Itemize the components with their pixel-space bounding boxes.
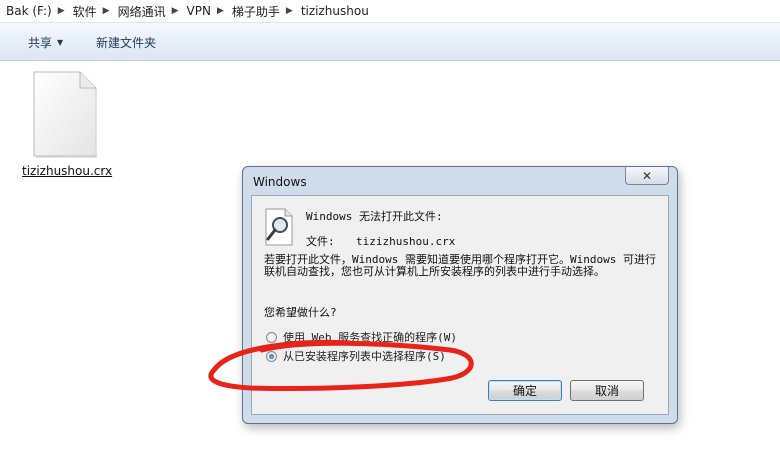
- radio-option-web-service[interactable]: 使用 Web 服务查找正确的程序(W): [266, 329, 457, 345]
- dialog-question: 您希望做什么?: [264, 306, 337, 319]
- chevron-right-icon[interactable]: ▶: [101, 6, 112, 16]
- breadcrumb-label: tizizhushou: [300, 4, 369, 18]
- dialog-description: 若要打开此文件，Windows 需要知道要使用哪个程序打开它。Windows 可…: [264, 253, 656, 278]
- radio-option-installed-programs[interactable]: 从已安装程序列表中选择程序(S): [266, 348, 446, 364]
- command-bar: 共享 ▼ 新建文件夹: [0, 23, 780, 61]
- chevron-right-icon[interactable]: ▶: [170, 6, 181, 16]
- share-label: 共享: [28, 35, 53, 50]
- breadcrumb-label: Bak (F:): [6, 4, 52, 18]
- chevron-right-icon[interactable]: ▶: [56, 6, 67, 16]
- breadcrumb-label: 网络通讯: [117, 4, 166, 19]
- breadcrumb-item-drive[interactable]: Bak (F:) ▶: [0, 0, 67, 22]
- breadcrumb-label: 软件: [72, 4, 97, 19]
- generic-file-icon[interactable]: [30, 70, 100, 160]
- radio-button[interactable]: [266, 331, 277, 343]
- radio-label: 使用 Web 服务查找正确的程序(W): [283, 331, 457, 344]
- file-field-value: tizizhushou.crx: [356, 235, 456, 248]
- radio-label: 从已安装程序列表中选择程序(S): [283, 350, 446, 363]
- new-folder-label: 新建文件夹: [96, 35, 157, 50]
- dialog-heading: Windows 无法打开此文件:: [306, 210, 443, 223]
- chevron-right-icon[interactable]: ▶: [215, 6, 226, 16]
- new-folder-button[interactable]: 新建文件夹: [96, 33, 156, 51]
- breadcrumb-item-current[interactable]: tizizhushou: [295, 0, 373, 22]
- dialog-title: Windows: [253, 175, 307, 189]
- file-line: 文件: tizizhushou.crx: [306, 233, 455, 249]
- dialog-body: Windows 无法打开此文件: 文件: tizizhushou.crx 若要打开…: [251, 195, 669, 415]
- address-bar[interactable]: Bak (F:) ▶ 软件 ▶ 网络通讯 ▶ VPN ▶ 梯子助手 ▶ tizi…: [0, 0, 780, 23]
- close-button[interactable]: ✕: [625, 167, 669, 185]
- breadcrumb-label: 梯子助手: [231, 4, 280, 19]
- close-icon: ✕: [641, 168, 653, 183]
- file-name-label[interactable]: tizizhushou.crx: [20, 164, 112, 178]
- breadcrumb-label: VPN: [186, 4, 211, 18]
- breadcrumb-item-vpn[interactable]: VPN ▶: [181, 0, 226, 22]
- chevron-right-icon[interactable]: ▶: [284, 6, 295, 16]
- file-field-label: 文件:: [306, 235, 335, 248]
- breadcrumb-item-software[interactable]: 软件 ▶: [67, 0, 112, 22]
- cancel-button[interactable]: 取消: [570, 380, 644, 401]
- open-with-dialog: Windows ✕ Windows 无法打开此文件: 文件: tizizhusho…: [242, 166, 678, 424]
- ok-button[interactable]: 确定: [488, 380, 562, 401]
- breadcrumb-item-tizi[interactable]: 梯子助手 ▶: [226, 0, 295, 22]
- radio-button-selected[interactable]: [266, 350, 277, 362]
- dropdown-arrow-icon: ▼: [57, 37, 64, 47]
- dialog-titlebar[interactable]: Windows ✕: [243, 167, 677, 195]
- magnifier-file-icon: [265, 208, 293, 246]
- breadcrumb-item-network[interactable]: 网络通讯 ▶: [112, 0, 181, 22]
- share-button[interactable]: 共享 ▼: [28, 33, 63, 51]
